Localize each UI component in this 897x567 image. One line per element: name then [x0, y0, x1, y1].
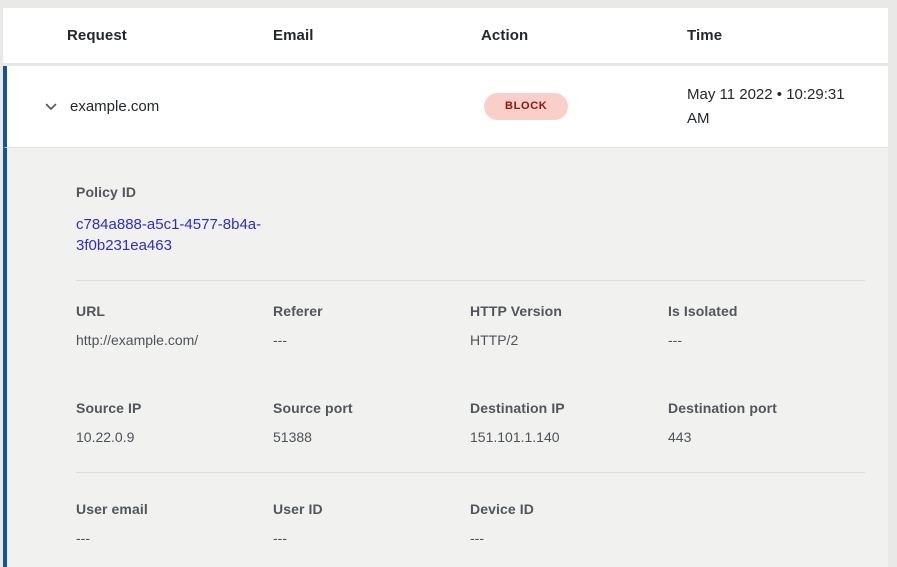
field-is-isolated: Is Isolated --- [668, 303, 865, 348]
field-url: URL http://example.com/ [76, 303, 273, 348]
column-header-action: Action [481, 27, 687, 44]
field-label: Referer [273, 303, 470, 319]
field-label: Device ID [470, 501, 668, 517]
request-time: May 11 2022 • 10:29:31 AM [687, 83, 873, 131]
field-user-email: User email --- [76, 501, 273, 546]
field-value: 443 [668, 429, 865, 445]
action-cell: BLOCK [484, 93, 687, 120]
request-domain: example.com [70, 98, 277, 115]
field-referer: Referer --- [273, 303, 470, 348]
request-log-card: Request Email Action Time example.com BL… [3, 8, 888, 567]
field-value: --- [76, 530, 273, 546]
field-value: HTTP/2 [470, 332, 668, 348]
field-device-id: Device ID --- [470, 501, 668, 546]
row-detail-panel: Policy ID c784a888-a5c1-4577-8b4a-3f0b23… [3, 147, 888, 567]
field-label: HTTP Version [470, 303, 668, 319]
field-label: Source IP [76, 400, 273, 416]
table-header: Request Email Action Time [3, 8, 888, 66]
field-label: Destination IP [470, 400, 668, 416]
chevron-down-icon[interactable] [41, 97, 61, 117]
field-value: 10.22.0.9 [76, 429, 273, 445]
field-source-ip: Source IP 10.22.0.9 [76, 400, 273, 445]
field-value: http://example.com/ [76, 332, 273, 348]
column-header-email: Email [273, 27, 481, 44]
user-fields-grid: User email --- User ID --- Device ID --- [76, 473, 865, 546]
field-value: --- [273, 530, 470, 546]
field-label: User ID [273, 501, 470, 517]
field-value: --- [470, 530, 668, 546]
field-label: User email [76, 501, 273, 517]
field-value: 151.101.1.140 [470, 429, 668, 445]
field-value: 51388 [273, 429, 470, 445]
policy-id-link[interactable]: c784a888-a5c1-4577-8b4a-3f0b231ea463 [76, 214, 276, 256]
field-label: URL [76, 303, 273, 319]
field-value: --- [668, 332, 865, 348]
field-http-version: HTTP Version HTTP/2 [470, 303, 668, 348]
field-label: Is Isolated [668, 303, 865, 319]
policy-id-label: Policy ID [76, 184, 865, 200]
policy-id-block: Policy ID c784a888-a5c1-4577-8b4a-3f0b23… [76, 184, 865, 256]
column-header-request: Request [67, 27, 273, 44]
field-destination-port: Destination port 443 [668, 400, 865, 445]
column-header-time: Time [687, 27, 888, 44]
field-value: --- [273, 332, 470, 348]
field-destination-ip: Destination IP 151.101.1.140 [470, 400, 668, 445]
status-badge-block: BLOCK [484, 93, 568, 120]
field-source-port: Source port 51388 [273, 400, 470, 445]
request-fields-grid: URL http://example.com/ Referer --- HTTP… [76, 281, 865, 445]
page: Request Email Action Time example.com BL… [0, 0, 897, 567]
field-user-id: User ID --- [273, 501, 470, 546]
table-row[interactable]: example.com BLOCK May 11 2022 • 10:29:31… [3, 66, 888, 147]
field-label: Destination port [668, 400, 865, 416]
field-label: Source port [273, 400, 470, 416]
